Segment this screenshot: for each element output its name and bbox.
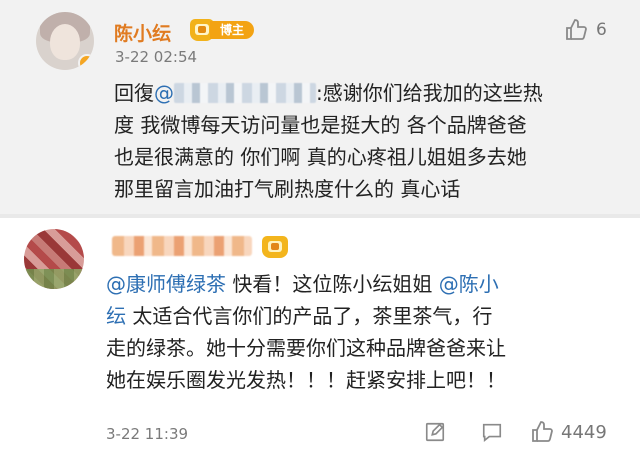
blurred-username [174, 82, 316, 103]
comment-icon[interactable] [480, 421, 504, 443]
reply-prefix: 回復 [114, 81, 154, 105]
crown-badge-icon [262, 236, 288, 258]
blurred-commenter-name[interactable] [112, 236, 252, 256]
mention-link[interactable]: @陈小 [439, 272, 499, 296]
comment-line: @康师傅绿茶 快看！这位陈小纭姐姐 @陈小 [106, 268, 506, 300]
commenter-avatar[interactable] [24, 229, 84, 289]
edit-icon[interactable] [424, 421, 446, 443]
avatar-face [50, 24, 80, 60]
comment-text: 快看！这位陈小纭姐姐 [226, 272, 439, 296]
comment-time: 3-22 11:39 [106, 425, 189, 443]
thumbs-up-icon [532, 421, 553, 442]
like-button[interactable]: 6 [564, 18, 607, 42]
comment-line: 度 我微博每天访问量也是挺大的 各个品牌爸爸 [114, 113, 527, 137]
comment-line: 回復@ :感谢你们给我加的这些热 [114, 77, 543, 109]
like-count: 6 [596, 20, 607, 40]
comment-card-1: 陈小纭 博主 3-22 02:54 6 回復@ :感谢你们给我加的这些热 度 我微… [0, 0, 640, 214]
mention-link[interactable]: @康师傅绿茶 [106, 272, 226, 296]
author-name[interactable]: 陈小纭 [114, 19, 171, 46]
comment-text: 太适合代言你们的产品了，茶里茶气，行 [126, 304, 493, 328]
avatar-pixelated [24, 269, 84, 289]
comment-body: @康师傅绿茶 快看！这位陈小纭姐姐 @陈小 纭 太适合代言你们的产品了，茶里茶气… [106, 268, 506, 396]
comment-line: 也是很满意的 你们啊 真的心疼祖儿姐姐多去她 [114, 145, 527, 169]
comment-text: :感谢你们给我加的这些热 [316, 81, 543, 105]
author-avatar[interactable] [36, 12, 94, 70]
verified-badge-icon [78, 54, 94, 70]
like-button[interactable]: 4449 [530, 420, 607, 444]
bozhu-label: 博主 [210, 21, 254, 39]
comment-body: 回復@ :感谢你们给我加的这些热 度 我微博每天访问量也是挺大的 各个品牌爸爸 也… [114, 77, 543, 205]
like-count: 4449 [561, 421, 607, 443]
comment-line: 纭 太适合代言你们的产品了，茶里茶气，行 [106, 300, 506, 332]
comment-line: 她在娱乐圈发光发热！！！赶紧安排上吧！！ [106, 368, 506, 392]
thumbs-up-icon [566, 19, 587, 40]
mention-link[interactable]: @ [154, 81, 174, 105]
bozhu-badge: 博主 [190, 19, 254, 41]
comment-line: 那里留言加油打气刷热度什么的 真心话 [114, 177, 461, 201]
comment-time: 3-22 02:54 [115, 48, 198, 66]
mention-link[interactable]: 纭 [106, 304, 126, 328]
comment-line: 走的绿茶。她十分需要你们这种品牌爸爸来让 [106, 336, 506, 360]
